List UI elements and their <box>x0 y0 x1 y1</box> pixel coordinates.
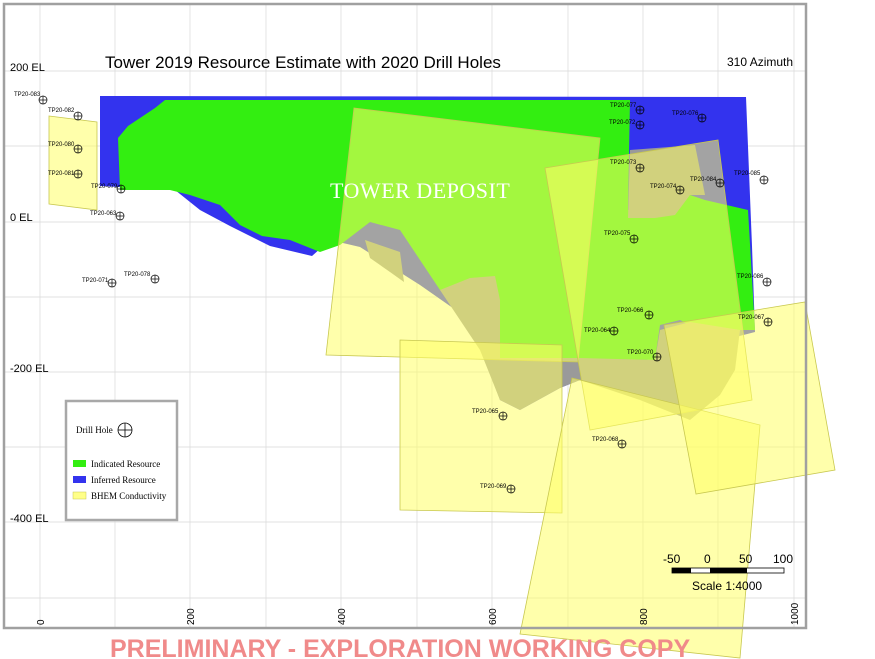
svg-text:TP20-066: TP20-066 <box>617 308 644 314</box>
drill-hole[interactable]: TP20-071 <box>82 278 117 288</box>
svg-text:TP20-071: TP20-071 <box>82 278 109 284</box>
scale-tick-50: 50 <box>739 552 753 566</box>
x-tick-200: 200 <box>186 608 197 625</box>
svg-text:TP20-064: TP20-064 <box>584 328 611 334</box>
azimuth-label: 310 Azimuth <box>727 55 793 69</box>
elevation-label-minus200: -200 EL <box>10 363 49 375</box>
legend-indicated-label: Indicated Resource <box>91 459 160 469</box>
svg-text:TP20-081: TP20-081 <box>48 171 75 177</box>
svg-text:TP20-077: TP20-077 <box>610 103 637 109</box>
x-tick-400: 400 <box>337 608 348 625</box>
drill-hole[interactable]: TP20-063 <box>90 211 125 221</box>
bhem-plate-1 <box>48 115 98 211</box>
x-tick-800: 800 <box>639 608 650 625</box>
legend-bhem-swatch <box>72 491 87 500</box>
preliminary-watermark: PRELIMINARY - EXPLORATION WORKING COPY <box>110 635 690 659</box>
svg-text:TP20-086: TP20-086 <box>737 274 764 280</box>
legend-inferred-swatch <box>73 476 86 483</box>
legend-drill-hole-icon <box>117 422 133 438</box>
x-tick-1000: 1000 <box>790 602 801 625</box>
svg-text:TP20-063: TP20-063 <box>90 211 117 217</box>
svg-text:TP20-067: TP20-067 <box>738 315 765 321</box>
svg-text:TP20-070: TP20-070 <box>627 350 654 356</box>
elevation-label-200: 200 EL <box>10 62 45 74</box>
drill-hole[interactable]: TP20-078 <box>124 272 160 284</box>
svg-text:TP20-065: TP20-065 <box>472 409 499 415</box>
x-tick-0: 0 <box>36 619 47 625</box>
svg-text:TP20-072: TP20-072 <box>609 120 636 126</box>
legend-bhem-label: BHEM Conductivity <box>91 491 167 501</box>
map-title: Tower 2019 Resource Estimate with 2020 D… <box>105 53 501 72</box>
legend: Drill Hole Indicated Resource Inferred R… <box>64 399 179 522</box>
scale-tick-minus50: -50 <box>663 552 681 566</box>
section-map: Tower 2019 Resource Estimate with 2020 D… <box>2 2 836 659</box>
svg-text:TP20-083: TP20-083 <box>14 92 41 98</box>
svg-text:TP20-075: TP20-075 <box>604 231 631 237</box>
elevation-label-0: 0 EL <box>10 212 33 224</box>
svg-text:TP20-082: TP20-082 <box>48 108 75 114</box>
svg-text:TP20-073: TP20-073 <box>610 160 637 166</box>
scale-label: Scale 1:4000 <box>692 579 762 593</box>
svg-text:TP20-078: TP20-078 <box>124 272 151 278</box>
x-tick-600: 600 <box>488 608 499 625</box>
legend-inferred-label: Inferred Resource <box>91 475 156 485</box>
scale-tick-0: 0 <box>704 552 711 566</box>
drill-hole[interactable]: TP20-083 <box>14 92 48 105</box>
svg-text:TP20-068: TP20-068 <box>592 437 619 443</box>
svg-text:TP20-085: TP20-085 <box>734 171 761 177</box>
legend-indicated-swatch <box>73 460 86 467</box>
elevation-label-minus400: -400 EL <box>10 513 49 525</box>
svg-text:TP20-084: TP20-084 <box>690 177 717 183</box>
deposit-label: TOWER DEPOSIT <box>330 178 510 203</box>
scale-tick-100: 100 <box>773 552 793 566</box>
svg-text:TP20-079: TP20-079 <box>91 184 118 190</box>
svg-text:TP20-080: TP20-080 <box>48 142 75 148</box>
svg-text:TP20-074: TP20-074 <box>650 184 677 190</box>
legend-drill-hole-label: Drill Hole <box>76 425 113 435</box>
svg-text:TP20-076: TP20-076 <box>672 111 699 117</box>
svg-text:TP20-069: TP20-069 <box>480 484 507 490</box>
